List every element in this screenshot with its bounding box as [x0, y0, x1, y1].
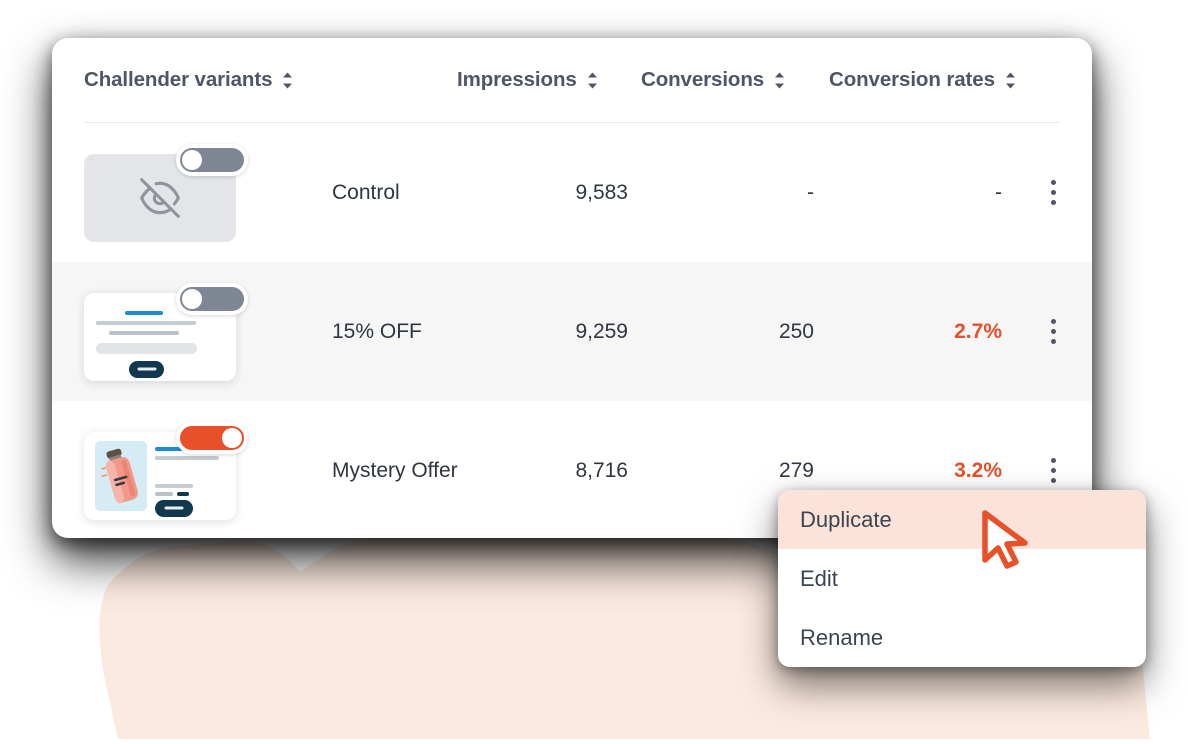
variant-impressions: 9,583 [575, 180, 628, 204]
table-row: 15% OFF 9,259 250 2.7% [52, 262, 1092, 401]
table-row: Control 9,583 - - [52, 123, 1092, 262]
row-context-menu: Duplicate Edit Rename [778, 490, 1146, 667]
menu-item-rename[interactable]: Rename [778, 608, 1146, 667]
menu-item-label: Duplicate [800, 506, 892, 532]
sort-updown-icon[interactable] [1004, 71, 1017, 90]
column-header-challender-variants[interactable]: Challender variants [84, 68, 294, 92]
variant-thumbnail-wrapper [84, 282, 248, 381]
toggle-knob [182, 149, 202, 170]
sort-updown-icon[interactable] [281, 71, 294, 90]
column-header-conversions[interactable]: Conversions [641, 68, 786, 92]
column-header-conversion-rates[interactable]: Conversion rates [829, 68, 1017, 92]
table-body: Control 9,583 - - 15% OFF 9,259 250 2.7%… [52, 123, 1092, 540]
variant-conversions: - [807, 180, 814, 204]
variant-conversion-rate: 3.2% [954, 458, 1002, 482]
variant-conversions: 250 [778, 319, 814, 343]
variant-name: Mystery Offer [332, 458, 458, 482]
variant-conversion-rate: 2.7% [954, 319, 1002, 343]
menu-item-label: Edit [800, 565, 838, 591]
table-header: Challender variants Impressions Conversi… [84, 38, 1060, 123]
sort-updown-icon[interactable] [586, 71, 599, 90]
variant-thumbnail-wrapper [84, 143, 248, 242]
variant-toggle-switch[interactable] [176, 282, 248, 315]
variant-impressions: 8,716 [575, 458, 628, 482]
column-header-label: Impressions [457, 68, 577, 91]
toggle-knob [222, 427, 242, 448]
product-bottle-icon [101, 448, 139, 503]
kebab-menu-icon[interactable] [1042, 177, 1064, 209]
column-header-label: Conversion rates [829, 68, 995, 91]
column-header-impressions[interactable]: Impressions [457, 68, 599, 92]
variant-name: 15% OFF [332, 319, 422, 343]
variant-conversion-rate: - [995, 180, 1002, 204]
menu-item-duplicate[interactable]: Duplicate [778, 490, 1146, 549]
variant-toggle-switch[interactable] [176, 421, 248, 454]
variant-thumbnail-wrapper [84, 421, 248, 520]
menu-item-edit[interactable]: Edit [778, 549, 1146, 608]
variant-toggle-switch[interactable] [176, 143, 248, 176]
kebab-menu-icon[interactable] [1042, 455, 1064, 487]
kebab-menu-icon[interactable] [1042, 316, 1064, 348]
sort-updown-icon[interactable] [773, 71, 786, 90]
variant-impressions: 9,259 [575, 319, 628, 343]
column-header-label: Conversions [641, 68, 765, 91]
column-header-label: Challender variants [84, 68, 273, 91]
eye-off-icon [140, 177, 180, 218]
variant-name: Control [332, 180, 400, 204]
variants-table-card: Challender variants Impressions Conversi… [52, 38, 1092, 538]
toggle-knob [182, 288, 202, 309]
variant-conversions: 279 [778, 458, 814, 482]
menu-item-label: Rename [800, 624, 884, 650]
product-image-box [95, 440, 147, 511]
